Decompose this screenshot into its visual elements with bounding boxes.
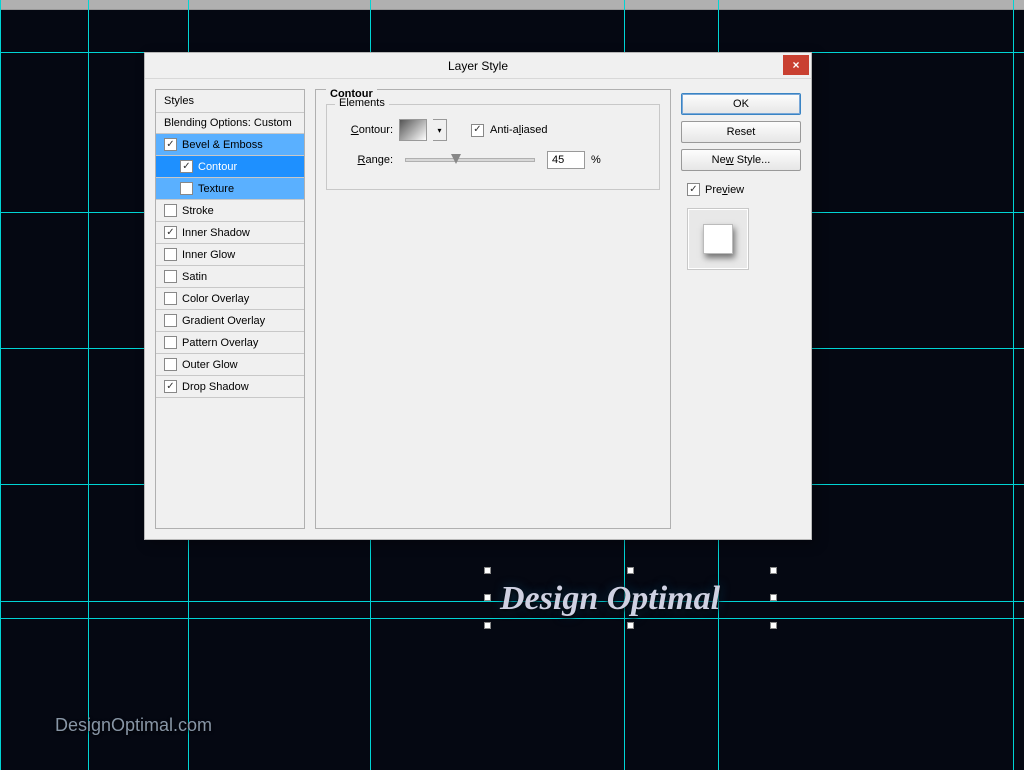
style-checkbox[interactable] [164,270,177,283]
settings-panel: Contour Elements Contour: ▾ Anti-aliased… [315,89,671,529]
close-button[interactable]: × [783,55,809,75]
style-checkbox[interactable] [164,248,177,261]
range-unit: % [591,154,601,166]
layer-style-dialog: Layer Style × Styles Blending Options: C… [144,52,812,540]
elements-fieldset: Elements Contour: ▾ Anti-aliased Range: … [326,104,660,190]
style-item-color-overlay[interactable]: Color Overlay [156,288,304,310]
style-item-label: Inner Shadow [182,227,250,239]
style-item-label: Gradient Overlay [182,315,265,327]
style-checkbox[interactable] [164,314,177,327]
style-item-pattern-overlay[interactable]: Pattern Overlay [156,332,304,354]
style-item-label: Texture [198,183,234,195]
style-item-inner-glow[interactable]: Inner Glow [156,244,304,266]
range-input[interactable] [547,151,585,169]
styles-header[interactable]: Styles [156,90,304,113]
app-titlebar [0,0,1024,10]
fieldset-legend: Elements [335,97,389,109]
preview-swatch [703,224,733,254]
antialias-label[interactable]: Anti-aliased [490,124,548,136]
style-item-label: Blending Options: Custom [164,117,292,129]
preview-label[interactable]: Preview [705,184,744,196]
chevron-down-icon[interactable]: ▾ [433,119,447,141]
styles-list: Styles Blending Options: Custom Bevel & E… [155,89,305,529]
style-item-label: Inner Glow [182,249,235,261]
transform-bounding-box[interactable] [488,571,773,625]
dialog-titlebar[interactable]: Layer Style × [145,53,811,79]
style-item-texture[interactable]: Texture [156,178,304,200]
style-item-gradient-overlay[interactable]: Gradient Overlay [156,310,304,332]
range-slider[interactable] [405,158,535,162]
contour-label: Contour: [337,124,393,136]
style-item-satin[interactable]: Satin [156,266,304,288]
style-checkbox[interactable] [164,138,177,151]
dialog-buttons: OK Reset New Style... Preview [681,89,801,529]
range-label: Range: [337,154,393,166]
style-checkbox[interactable] [164,292,177,305]
style-item-contour[interactable]: Contour [156,156,304,178]
style-item-label: Satin [182,271,207,283]
guide-vertical [0,0,1,770]
style-checkbox[interactable] [180,182,193,195]
style-item-stroke[interactable]: Stroke [156,200,304,222]
close-icon: × [792,58,799,72]
dialog-title: Layer Style [448,59,508,73]
style-item-label: Contour [198,161,237,173]
style-item-label: Bevel & Emboss [182,139,263,151]
style-checkbox[interactable] [164,204,177,217]
style-item-label: Color Overlay [182,293,249,305]
style-checkbox[interactable] [164,336,177,349]
reset-button[interactable]: Reset [681,121,801,143]
style-item-inner-shadow[interactable]: Inner Shadow [156,222,304,244]
style-item-drop-shadow[interactable]: Drop Shadow [156,376,304,398]
new-style-button[interactable]: New Style... [681,149,801,171]
watermark-text: DesignOptimal.com [55,715,212,736]
style-checkbox[interactable] [164,226,177,239]
antialias-checkbox[interactable] [471,124,484,137]
style-checkbox[interactable] [164,380,177,393]
preview-checkbox[interactable] [687,183,700,196]
guide-vertical [1013,0,1014,770]
guide-vertical [88,0,89,770]
style-item-bevel-emboss[interactable]: Bevel & Emboss [156,134,304,156]
style-item-label: Outer Glow [182,359,238,371]
style-item-label: Stroke [182,205,214,217]
style-checkbox[interactable] [180,160,193,173]
style-item-label: Pattern Overlay [182,337,258,349]
contour-picker-icon[interactable] [399,119,427,141]
slider-thumb-icon[interactable] [451,154,461,164]
ok-button[interactable]: OK [681,93,801,115]
preview-swatch-container [687,208,749,270]
style-checkbox[interactable] [164,358,177,371]
style-item-label: Drop Shadow [182,381,249,393]
style-item-blending-options-custom[interactable]: Blending Options: Custom [156,113,304,134]
style-item-outer-glow[interactable]: Outer Glow [156,354,304,376]
